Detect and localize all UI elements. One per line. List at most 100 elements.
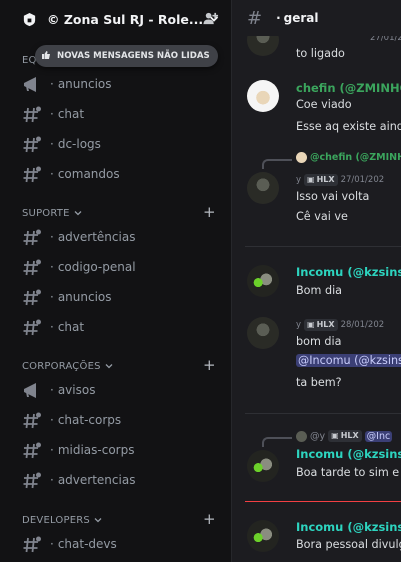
reply-avatar <box>296 430 307 442</box>
text-channel-icon <box>23 259 41 276</box>
category-label: DEVELOPERS <box>22 514 90 526</box>
channel-chat-devs[interactable]: chat-devs <box>12 531 222 559</box>
reply-avatar <box>296 152 307 163</box>
chevron-down-icon <box>74 209 82 217</box>
channel-dc-logs[interactable]: dc-logs <box>12 131 222 159</box>
username[interactable]: Incomu (@kzsinsk) <box>296 447 401 461</box>
channel-sidebar: © Zona Sul RJ - Role... NOVAS MENSAGENS … <box>0 0 231 562</box>
channel-midias-corps[interactable]: midias-corps <box>12 437 222 465</box>
channel-chat-corps[interactable]: chat-corps <box>12 407 222 435</box>
chevron-down-icon <box>105 362 113 370</box>
new-messages-banner[interactable]: NOVAS MENSAGENS NÃO LIDAS <box>35 45 218 67</box>
add-channel-icon[interactable]: + <box>203 512 216 527</box>
text-channel-icon <box>23 442 41 459</box>
hashtag-icon: # <box>247 7 263 29</box>
new-messages-divider <box>245 501 401 502</box>
channel-label: chat-corps <box>50 413 121 427</box>
channel-label: chat <box>50 107 84 121</box>
avatar[interactable] <box>247 520 279 552</box>
tag-icon: ▣ <box>307 320 315 329</box>
meta-prefix: y <box>296 320 302 330</box>
channel-anuncios-suporte[interactable]: anuncios <box>12 284 222 312</box>
message-text: Coe viado <box>296 98 352 111</box>
text-channel-icon <box>23 106 41 123</box>
tag-label: HLX <box>316 175 335 184</box>
channel-chat[interactable]: chat <box>12 101 222 129</box>
reply-preview[interactable]: @y ▣ HLX @Inc <box>296 430 393 442</box>
invite-people-icon[interactable] <box>202 10 219 27</box>
channel-advertencias-corps[interactable]: advertencias <box>12 467 222 495</box>
message-timestamp: 27/01/202 <box>340 175 385 185</box>
message-text: to ligado <box>296 47 345 60</box>
server-header[interactable]: © Zona Sul RJ - Role... <box>0 0 231 38</box>
reply-connector <box>262 159 292 169</box>
channel-label: midias-corps <box>50 443 135 457</box>
text-channel-icon <box>23 536 41 553</box>
channel-label: anuncios <box>50 290 112 304</box>
channel-chat-suporte[interactable]: chat <box>12 314 222 342</box>
thumb-icon <box>41 50 51 63</box>
tag-label: HLX <box>316 320 335 329</box>
category-developers[interactable]: DEVELOPERS + <box>22 512 222 527</box>
channel-label: advertencias <box>50 473 136 487</box>
category-label: SUPORTE <box>22 207 70 219</box>
channel-label: codigo-penal <box>50 260 136 274</box>
message-text: Bora pessoal divulga <box>296 538 401 551</box>
message-meta: y ▣ HLX 28/01/202 <box>296 319 384 331</box>
server-icon <box>21 11 37 27</box>
category-label: CORPORAÇÕES <box>22 360 101 372</box>
add-channel-icon[interactable]: + <box>203 205 216 220</box>
add-channel-icon[interactable]: + <box>203 358 216 373</box>
server-tag: ▣ HLX <box>328 430 362 442</box>
channel-label: advertências <box>50 230 136 244</box>
server-name: © Zona Sul RJ - Role... <box>47 11 204 27</box>
reply-author: @y <box>310 430 326 442</box>
channel-label: comandos <box>50 167 120 181</box>
avatar[interactable] <box>247 172 279 204</box>
avatar[interactable] <box>247 450 279 482</box>
category-corporacoes[interactable]: CORPORAÇÕES + <box>22 358 222 373</box>
tag-icon: ▣ <box>307 175 315 184</box>
message-timestamp: 28/01/202 <box>340 320 385 330</box>
message-text: Boa tarde to sim e t <box>296 466 401 479</box>
tag-label: HLX <box>340 431 359 440</box>
channel-label: dc-logs <box>50 137 101 151</box>
message-divider <box>245 413 401 414</box>
server-tag[interactable]: ▣ HLX <box>304 319 338 331</box>
user-mention[interactable]: @Incomu (@kzsins <box>296 354 401 367</box>
message-meta: y ▣ HLX 27/01/202 <box>296 174 384 186</box>
channel-label: avisos <box>50 383 96 397</box>
channel-label: chat-devs <box>50 537 117 551</box>
tag-icon: ▣ <box>331 431 339 440</box>
message-text: bom dia <box>296 335 342 348</box>
chat-area: # geral 27/01/202 to ligado chefin (@ZMI… <box>231 0 401 562</box>
text-channel-icon <box>23 412 41 429</box>
username[interactable]: Incomu (@kzsinsk) <box>296 520 401 534</box>
server-tag[interactable]: ▣ HLX <box>304 174 338 186</box>
channel-avisos[interactable]: avisos <box>12 377 222 405</box>
text-channel-icon <box>23 289 41 306</box>
message-text: Isso vai volta <box>296 190 370 203</box>
meta-prefix: y <box>296 175 302 185</box>
avatar[interactable] <box>247 265 279 297</box>
channel-advertencias[interactable]: advertências <box>12 224 222 252</box>
message-text: Esse aq existe ainda <box>296 120 401 133</box>
channel-label: chat <box>50 320 84 334</box>
text-channel-icon <box>23 472 41 489</box>
text-channel-icon <box>23 229 41 246</box>
category-suporte[interactable]: SUPORTE + <box>22 205 222 220</box>
avatar[interactable] <box>247 317 279 349</box>
message-text: Cê vai ve <box>296 210 348 223</box>
reply-mention: @Inc <box>364 430 393 442</box>
username[interactable]: Incomu (@kzsinsk) <box>296 265 401 279</box>
reply-preview[interactable]: @chefin (@ZMINHO <box>296 152 401 163</box>
channel-comandos[interactable]: comandos <box>12 161 222 189</box>
text-channel-icon <box>23 136 41 153</box>
channel-codigo-penal[interactable]: codigo-penal <box>12 254 222 282</box>
channel-label: anuncios <box>50 77 112 91</box>
text-channel-icon <box>23 166 41 183</box>
username[interactable]: chefin (@ZMINHOC <box>296 81 401 95</box>
channel-anuncios[interactable]: anuncios <box>12 71 222 99</box>
reply-connector <box>262 437 292 447</box>
avatar[interactable] <box>247 80 279 112</box>
